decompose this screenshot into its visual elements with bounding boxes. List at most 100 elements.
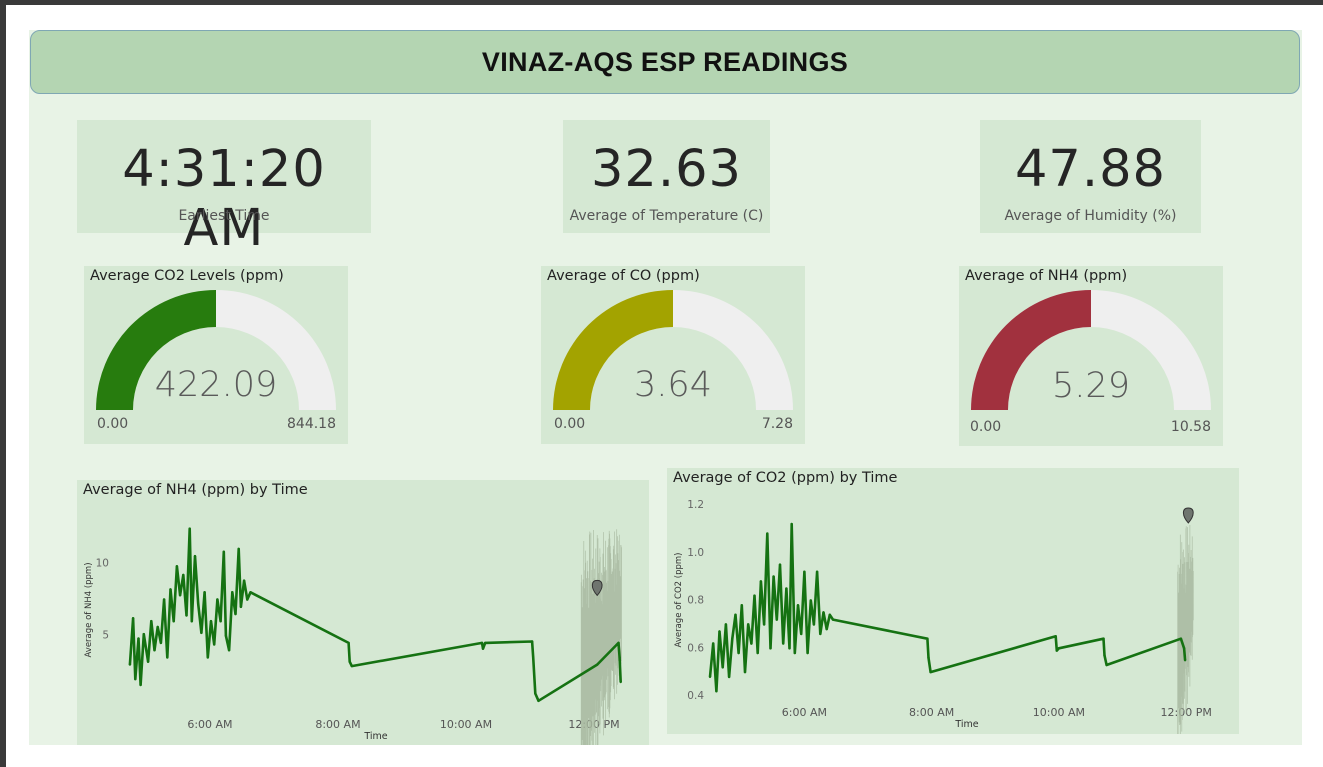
- raw-readings-band: [1177, 525, 1194, 734]
- data-point: [348, 660, 351, 663]
- kpi-card-humidity[interactable]: 47.88 Average of Humidity (%): [980, 120, 1201, 233]
- y-axis-label: Average of CO2 (ppm): [674, 553, 684, 648]
- chart-nh4-by-time[interactable]: Average of NH4 (ppm) by Time Average of …: [77, 480, 649, 745]
- data-point: [188, 527, 191, 530]
- data-point: [156, 625, 159, 629]
- window-top-border: [0, 0, 1323, 5]
- data-point: [209, 620, 213, 623]
- data-point: [788, 647, 791, 650]
- gauge-min: 0.00: [554, 416, 586, 432]
- data-point: [822, 611, 825, 614]
- data-point: [1103, 654, 1106, 657]
- data-point: [134, 677, 137, 681]
- data-point: [219, 620, 222, 623]
- kpi-card-earliest-time[interactable]: 4:31:20 AM Earliest Time: [77, 120, 371, 258]
- gauge-co2[interactable]: Average CO2 Levels (ppm) 422.09 0.00 844…: [84, 266, 348, 444]
- data-point: [1179, 637, 1183, 640]
- data-point: [169, 588, 172, 591]
- data-point: [197, 602, 200, 606]
- data-point: [785, 587, 788, 590]
- data-point: [766, 532, 769, 535]
- location-pin-icon: [1182, 507, 1194, 524]
- data-point: [128, 663, 132, 666]
- data-point: [1055, 649, 1058, 652]
- data-point: [481, 647, 485, 650]
- data-point: [796, 604, 800, 607]
- data-point: [778, 563, 782, 566]
- x-tick-label: 6:00 AM: [782, 706, 827, 719]
- data-point: [750, 642, 753, 645]
- y-tick-label: 0.8: [687, 595, 704, 607]
- chart-co2-by-time[interactable]: Average of CO2 (ppm) by Time Average of …: [667, 468, 1239, 734]
- y-tick-label: 10: [96, 557, 109, 569]
- gauge-max: 7.28: [761, 416, 793, 432]
- data-point: [1102, 637, 1105, 640]
- data-point: [224, 634, 228, 637]
- data-point: [185, 614, 188, 617]
- y-tick-label: 0.6: [687, 642, 704, 654]
- data-point: [532, 656, 535, 659]
- x-axis-label: Time: [954, 719, 978, 730]
- data-point: [747, 623, 750, 626]
- data-point: [178, 594, 182, 597]
- data-point: [350, 664, 353, 668]
- data-point: [137, 637, 140, 640]
- y-tick-label: 0.4: [687, 690, 704, 702]
- y-tick-label: 5: [102, 630, 109, 642]
- data-point: [142, 633, 145, 636]
- data-point: [172, 620, 175, 623]
- data-point: [727, 675, 731, 679]
- data-point: [800, 632, 803, 636]
- kpi-label: Average of Temperature (C): [569, 208, 764, 224]
- data-point: [1183, 659, 1187, 662]
- raw-readings-band: [580, 529, 622, 745]
- data-point: [534, 692, 537, 695]
- data-point: [831, 618, 835, 621]
- window-left-border: [0, 0, 6, 767]
- data-point: [782, 642, 785, 645]
- kpi-value: 4:31:20 AM: [122, 140, 326, 258]
- data-point: [150, 620, 153, 623]
- data-point: [721, 666, 724, 669]
- data-point: [537, 699, 540, 702]
- kpi-value: 47.88: [1014, 140, 1166, 199]
- data-point: [231, 591, 234, 594]
- data-point: [1182, 647, 1186, 650]
- x-axis-label: Time: [363, 731, 387, 742]
- data-point: [237, 547, 240, 551]
- data-point: [929, 670, 932, 674]
- data-point: [737, 651, 740, 655]
- x-tick-label: 10:00 AM: [440, 718, 492, 731]
- data-point: [139, 683, 142, 687]
- data-point: [596, 663, 599, 666]
- data-point: [806, 651, 809, 655]
- kpi-card-temperature[interactable]: 32.63 Average of Temperature (C): [563, 120, 770, 233]
- data-point: [239, 605, 243, 608]
- gauge-co[interactable]: Average of CO (ppm) 3.64 0.00 7.28: [541, 266, 805, 444]
- data-point: [759, 580, 763, 583]
- data-point: [926, 637, 929, 640]
- data-point: [790, 522, 793, 526]
- data-point: [712, 642, 715, 645]
- data-point: [715, 690, 718, 693]
- data-point: [146, 660, 150, 663]
- data-point: [753, 594, 756, 597]
- data-point: [731, 637, 734, 640]
- x-tick-label: 8:00 AM: [315, 718, 360, 731]
- x-tick-label: 6:00 AM: [187, 718, 232, 731]
- gauge-value: 3.64: [634, 365, 712, 405]
- data-point: [819, 632, 822, 636]
- data-point: [1105, 663, 1108, 667]
- data-point: [480, 641, 484, 645]
- data-point: [793, 651, 796, 655]
- series-line: [128, 527, 622, 703]
- data-point: [206, 656, 209, 659]
- x-tick-label: 8:00 AM: [909, 706, 954, 719]
- data-point: [815, 570, 819, 573]
- data-point: [718, 630, 721, 633]
- gauge-max: 10.58: [1170, 419, 1211, 435]
- data-point: [190, 620, 193, 623]
- data-point: [159, 641, 163, 645]
- chart-plot: Average of CO2 (ppm) Time 0.4 0.6 0.8 1.0 1.…: [674, 499, 1212, 734]
- gauge-nh4[interactable]: Average of NH4 (ppm) 5.29 0.00 10.58: [959, 266, 1223, 446]
